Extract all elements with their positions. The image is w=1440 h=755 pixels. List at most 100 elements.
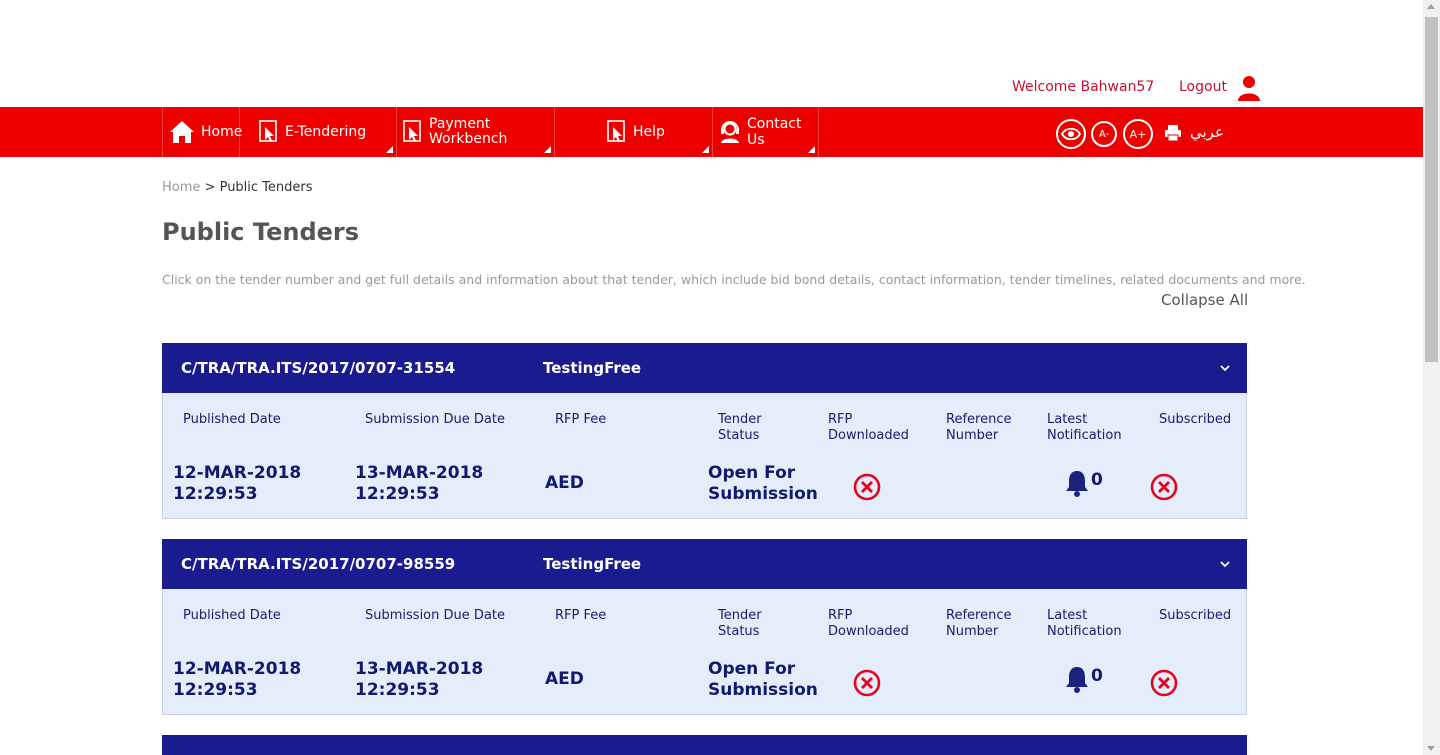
chevron-down-icon[interactable] — [1220, 559, 1230, 569]
welcome-text: Welcome Bahwan57 — [1012, 79, 1155, 95]
cursor-click-icon — [259, 120, 279, 144]
tender-card — [162, 735, 1247, 755]
cursor-click-icon — [607, 120, 627, 144]
breadcrumb-home-link[interactable]: Home — [162, 180, 200, 195]
tender-card-body: Published Date Submission Due Date RFP F… — [162, 393, 1247, 519]
breadcrumb-current: Public Tenders — [219, 180, 313, 195]
submission-due-label: Submission Due Date — [365, 412, 505, 427]
print-icon[interactable] — [1164, 124, 1182, 142]
tender-number-link[interactable]: C/TRA/TRA.ITS/2017/0707-98559 — [181, 555, 455, 573]
not-subscribed-x-icon[interactable] — [1150, 669, 1178, 697]
tender-status-label-line1: Tender — [718, 412, 762, 427]
tender-status-line1: Open For — [708, 463, 796, 483]
reference-number-label-line1: Reference — [946, 412, 1012, 427]
due-date-value: 13-MAR-2018 12:29:53 — [355, 659, 483, 701]
subscribed-label: Subscribed — [1159, 412, 1232, 427]
due-date-value: 13-MAR-2018 12:29:53 — [355, 463, 483, 505]
tender-status-label: Tender Status — [718, 608, 762, 640]
breadcrumb: Home > Public Tenders — [162, 180, 313, 195]
latest-notification-label: Latest Notification — [1047, 412, 1122, 444]
cursor-click-icon — [403, 120, 423, 144]
tender-status-value: Open For Submission — [708, 463, 818, 505]
tender-card-header[interactable]: C/TRA/TRA.ITS/2017/0707-31554 TestingFre… — [162, 343, 1247, 393]
tender-status-line1: Open For — [708, 659, 796, 679]
reference-number-label: Reference Number — [946, 608, 1011, 640]
tender-card-body: Published Date Submission Due Date RFP F… — [162, 589, 1247, 715]
rfp-downloaded-label: RFP Downloaded — [828, 608, 909, 640]
chevron-down-icon[interactable] — [1220, 363, 1230, 373]
tender-name: TestingFree — [543, 359, 642, 377]
dropdown-corner-icon — [386, 146, 393, 153]
page-description: Click on the tender number and get full … — [162, 272, 1306, 287]
dropdown-corner-icon — [808, 146, 815, 153]
arabic-language-link[interactable]: عربي — [1190, 123, 1224, 141]
rfp-downloaded-label: RFP Downloaded — [828, 412, 909, 444]
nav-item-help[interactable]: Help — [554, 107, 712, 157]
tender-status-value: Open For Submission — [708, 659, 818, 701]
collapse-all-button[interactable]: Collapse All — [1161, 291, 1248, 309]
rfp-fee-value: AED — [545, 669, 584, 689]
latest-notification-label-line2: Notification — [1047, 624, 1122, 639]
rfp-downloaded-label-line1: RFP — [828, 608, 853, 623]
logout-link[interactable]: Logout — [1179, 79, 1227, 95]
latest-notification-label-line1: Latest — [1047, 412, 1088, 427]
nav-item-e-tendering[interactable]: E-Tendering — [239, 107, 396, 157]
submission-due-label: Submission Due Date — [365, 608, 505, 623]
due-date: 13-MAR-2018 — [355, 659, 484, 679]
nav-label-payment: Payment — [429, 116, 491, 132]
reference-number-label-line2: Number — [946, 428, 999, 443]
not-subscribed-x-icon[interactable] — [1150, 473, 1178, 501]
rfp-downloaded-label-line1: RFP — [828, 412, 853, 427]
published-date-label: Published Date — [183, 412, 281, 427]
tender-status-label-line2: Status — [718, 624, 760, 639]
top-bar: Welcome Bahwan57 Logout — [0, 0, 1423, 107]
rfp-fee-label: RFP Fee — [555, 412, 607, 427]
increase-font-button[interactable]: A+ — [1123, 119, 1153, 149]
nav-label-contact-us: Contact Us — [747, 116, 802, 148]
dropdown-corner-icon — [544, 146, 551, 153]
published-date-value: 12-MAR-2018 12:29:53 — [173, 659, 301, 701]
tender-status-label-line1: Tender — [718, 608, 762, 623]
page-scrollbar[interactable] — [1423, 0, 1440, 755]
nav-item-contact-us[interactable]: Contact Us — [712, 107, 819, 157]
rfp-downloaded-label-line2: Downloaded — [828, 624, 909, 639]
tender-name: TestingFree — [543, 555, 642, 573]
not-downloaded-x-icon[interactable] — [853, 669, 881, 697]
scroll-up-icon[interactable] — [1427, 4, 1435, 9]
nav-label-e-tendering: E-Tendering — [285, 124, 367, 140]
nav-label-help: Help — [633, 124, 665, 140]
page-title: Public Tenders — [162, 218, 360, 246]
not-downloaded-x-icon[interactable] — [853, 473, 881, 501]
nav-label-home: Home — [201, 124, 243, 140]
notification-count: 0 — [1091, 470, 1103, 490]
tender-card: C/TRA/TRA.ITS/2017/0707-31554 TestingFre… — [162, 343, 1247, 519]
decrease-font-button[interactable]: A- — [1091, 121, 1117, 147]
tender-status-label-line2: Status — [718, 428, 760, 443]
tender-card-header[interactable] — [162, 735, 1247, 755]
breadcrumb-separator: > — [204, 180, 216, 195]
dropdown-corner-icon — [702, 146, 709, 153]
latest-notification-label-line1: Latest — [1047, 608, 1088, 623]
reference-number-label-line1: Reference — [946, 608, 1012, 623]
tender-card: C/TRA/TRA.ITS/2017/0707-98559 TestingFre… — [162, 539, 1247, 715]
home-icon — [169, 120, 195, 144]
due-date: 13-MAR-2018 — [355, 463, 484, 483]
scroll-thumb[interactable] — [1425, 17, 1438, 362]
due-time: 12:29:53 — [355, 484, 440, 504]
nav-item-payment-workbench[interactable]: Payment Workbench — [396, 107, 554, 157]
tender-number-link[interactable]: C/TRA/TRA.ITS/2017/0707-31554 — [181, 359, 455, 377]
published-date-label: Published Date — [183, 608, 281, 623]
notification-count: 0 — [1091, 666, 1103, 686]
user-icon[interactable] — [1238, 75, 1260, 101]
rfp-downloaded-label-line2: Downloaded — [828, 428, 909, 443]
published-time: 12:29:53 — [173, 484, 258, 504]
nav-item-home[interactable]: Home — [162, 107, 243, 157]
scroll-down-icon[interactable] — [1427, 746, 1435, 751]
rfp-fee-value: AED — [545, 473, 584, 493]
published-date: 12-MAR-2018 — [173, 659, 302, 679]
tender-card-header[interactable]: C/TRA/TRA.ITS/2017/0707-98559 TestingFre… — [162, 539, 1247, 589]
bell-icon[interactable] — [1064, 469, 1090, 497]
eye-icon[interactable] — [1056, 119, 1086, 149]
bell-icon[interactable] — [1064, 665, 1090, 693]
latest-notification-label: Latest Notification — [1047, 608, 1122, 640]
